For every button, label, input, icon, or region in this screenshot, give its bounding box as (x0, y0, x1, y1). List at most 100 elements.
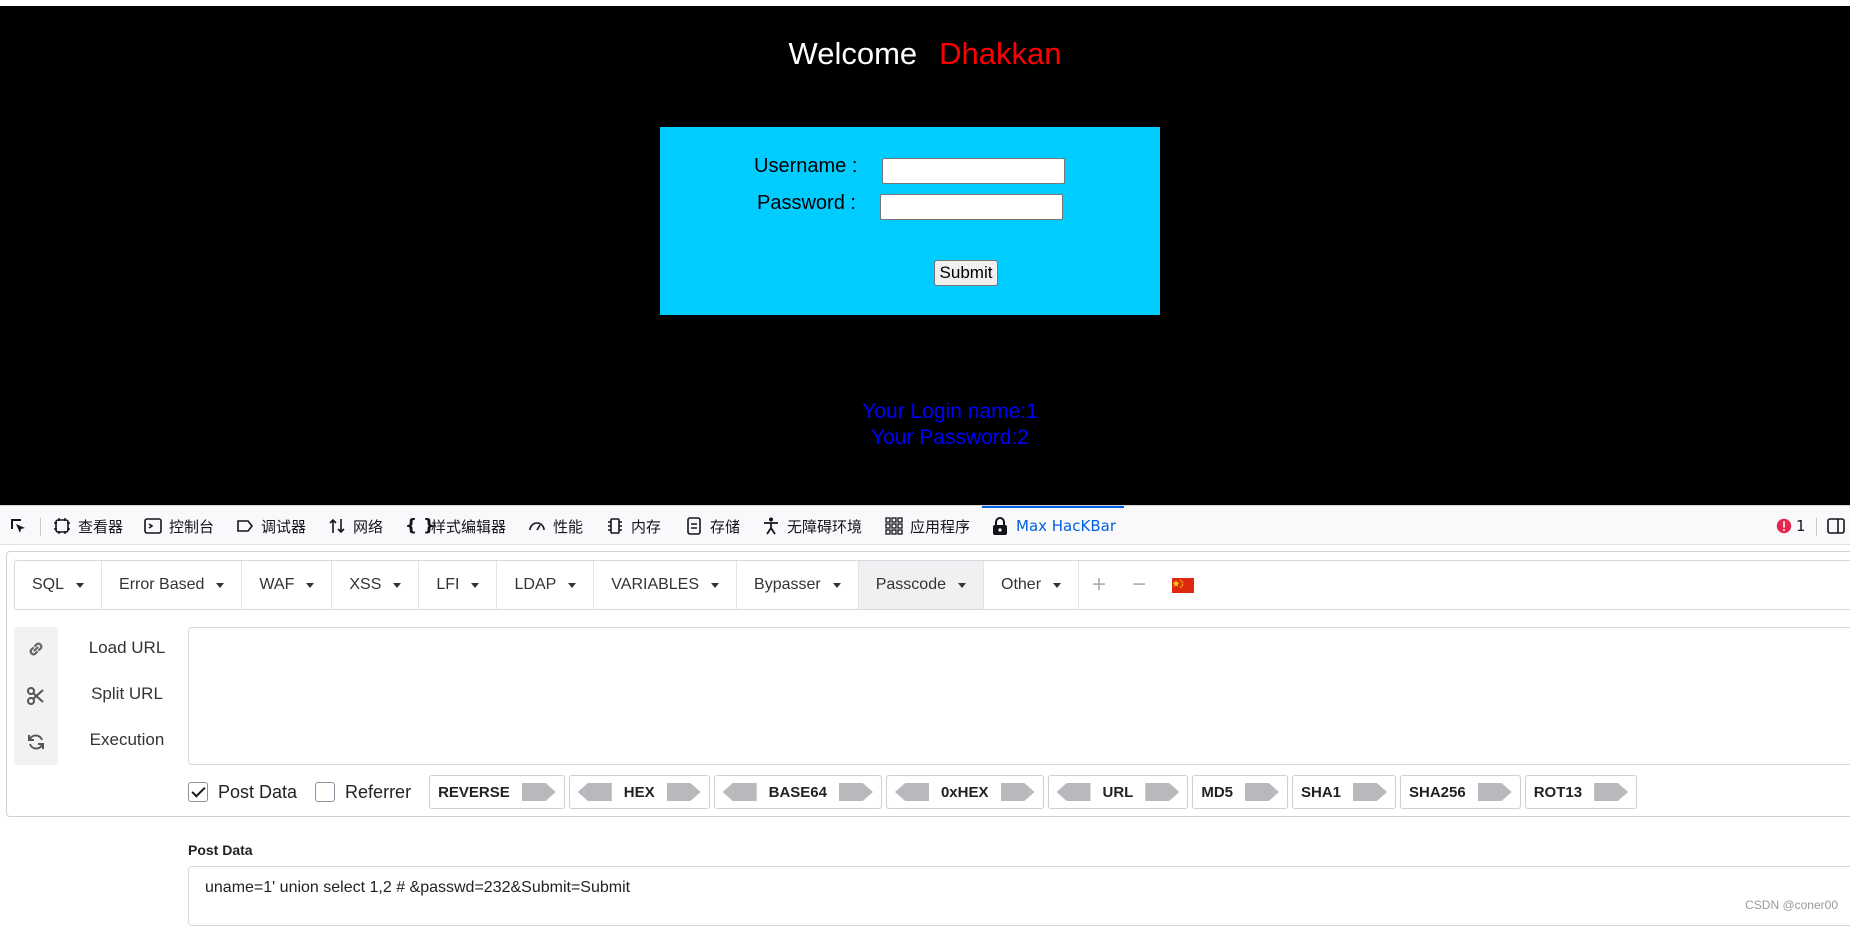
login-form: Username : Password : Submit (660, 127, 1160, 315)
welcome-heading: Welcome Dhakkan (0, 36, 1850, 72)
menu-ldap-label: LDAP (514, 576, 557, 593)
0xhex-button[interactable]: 0xHEX (885, 775, 1044, 809)
login-name-result: Your Login name:1 (862, 400, 1038, 423)
password-label: Password : (757, 192, 856, 214)
menu-lfi[interactable]: LFI (419, 561, 498, 609)
tab-debugger-label: 调试器 (261, 517, 307, 536)
tab-console[interactable]: 控制台 (143, 506, 214, 546)
caret-down-icon (471, 582, 480, 588)
tab-network[interactable]: 网络 (327, 506, 383, 546)
error-indicator[interactable]: 1 (1776, 506, 1806, 546)
md5-label: MD5 (1201, 783, 1233, 801)
caret-down-icon (711, 582, 720, 588)
tab-inspector-label: 查看器 (78, 517, 124, 536)
tab-accessibility[interactable]: 无障碍环境 (761, 506, 862, 546)
md5-button[interactable]: MD5 (1192, 775, 1288, 809)
dock-toggle-button[interactable] (1826, 506, 1850, 546)
url-encode-button[interactable]: URL (1047, 775, 1189, 809)
base64-button[interactable]: BASE64 (713, 775, 882, 809)
menu-waf[interactable]: WAF (242, 561, 333, 609)
scissors-icon[interactable] (26, 686, 46, 706)
tab-max-hackbar[interactable]: Max HacKBar (982, 506, 1124, 544)
username-label: Username : (754, 155, 858, 177)
reverse-button[interactable]: REVERSE (429, 775, 565, 809)
arrow-left-icon (894, 783, 929, 801)
tab-storage[interactable]: 存储 (684, 506, 740, 546)
caret-down-icon (958, 582, 966, 588)
hackbar-panel: SQL Error Based WAF XSS LFI LDAP VARIABL… (6, 551, 1850, 817)
0xhex-label: 0xHEX (940, 783, 989, 801)
menu-ldap[interactable]: LDAP (497, 561, 595, 609)
arrow-right-icon (1245, 783, 1279, 801)
execution-button[interactable]: Execution (57, 730, 197, 750)
menu-variables[interactable]: VARIABLES (594, 561, 738, 609)
menu-other[interactable]: Other (984, 561, 1080, 609)
post-data-value: uname=1' union select 1,2 # &passwd=232&… (205, 879, 631, 896)
referrer-checkbox-label: Referrer (345, 781, 412, 802)
tab-performance[interactable]: 性能 (527, 506, 583, 546)
refresh-icon[interactable] (26, 732, 46, 752)
reverse-label: REVERSE (438, 783, 510, 801)
link-icon[interactable] (26, 639, 46, 659)
tab-network-label: 网络 (353, 517, 384, 536)
tab-memory-label: 内存 (631, 517, 662, 536)
tab-style-editor-label: 样式编辑器 (431, 517, 507, 536)
minus-icon: − (1132, 571, 1147, 598)
password-result: Your Password:2 (871, 426, 1029, 449)
referrer-checkbox[interactable] (315, 782, 336, 802)
caret-down-icon (568, 582, 577, 588)
sha256-button[interactable]: SHA256 (1400, 775, 1521, 809)
hex-button[interactable]: HEX (568, 775, 710, 809)
tab-application[interactable]: 应用程序 (884, 506, 970, 546)
arrow-right-icon (521, 783, 556, 801)
language-flag-button[interactable] (1159, 561, 1207, 609)
tab-performance-label: 性能 (553, 517, 584, 536)
minus-button[interactable]: − (1119, 561, 1159, 609)
menu-bypasser-label: Bypasser (754, 576, 821, 593)
app-grid-icon (885, 517, 903, 535)
tab-inspector[interactable]: 查看器 (52, 506, 123, 546)
plus-button[interactable]: + (1079, 561, 1119, 609)
accessibility-person-icon (764, 517, 778, 535)
tab-debugger[interactable]: 调试器 (235, 506, 306, 546)
sha1-button[interactable]: SHA1 (1292, 775, 1397, 809)
sha1-label: SHA1 (1301, 783, 1342, 801)
menu-bypasser[interactable]: Bypasser (737, 561, 859, 609)
tab-memory[interactable]: 内存 (605, 506, 661, 546)
tab-storage-label: 存储 (710, 517, 741, 536)
split-url-button[interactable]: Split URL (57, 684, 197, 704)
menu-sql[interactable]: SQL (15, 561, 103, 609)
url-textarea[interactable] (188, 627, 1850, 765)
tab-application-label: 应用程序 (910, 517, 971, 536)
tab-accessibility-label: 无障碍环境 (787, 517, 863, 536)
rot13-button[interactable]: ROT13 (1524, 775, 1638, 809)
post-data-textarea[interactable]: uname=1' union select 1,2 # &passwd=232&… (188, 866, 1850, 926)
network-arrows-icon (329, 518, 345, 534)
tab-style-editor[interactable]: { } 样式编辑器 (405, 506, 506, 546)
menu-xss[interactable]: XSS (332, 561, 420, 609)
arrow-right-icon (1145, 783, 1180, 801)
username-input[interactable] (882, 158, 1065, 184)
page-background: Welcome Dhakkan Username : Password : Sub… (0, 6, 1850, 505)
load-url-button[interactable]: Load URL (57, 638, 197, 658)
menu-sql-label: SQL (32, 576, 65, 593)
welcome-text: Welcome (788, 36, 918, 71)
menu-passcode[interactable]: Passcode (858, 561, 984, 609)
element-picker-button[interactable] (8, 506, 34, 546)
arrow-left-icon (722, 783, 757, 801)
storage-icon (687, 517, 701, 535)
submit-button[interactable]: Submit (934, 260, 998, 286)
plus-icon: + (1092, 571, 1107, 598)
welcome-user-name: Dhakkan (939, 36, 1062, 71)
menu-variables-label: VARIABLES (611, 576, 700, 593)
pointer-picker-icon (11, 519, 25, 533)
memory-chip-icon (608, 518, 622, 534)
menu-error-based[interactable]: Error Based (102, 561, 243, 609)
tab-console-label: 控制台 (169, 517, 215, 536)
devtools-toolbar: 查看器 控制台 调试器 网络 { } 样式编辑器 性能 内存 存储 无障碍环境 … (0, 505, 1850, 545)
hackbar-options-row: Post Data Referrer REVERSE HEX BASE64 0x… (188, 774, 1641, 810)
braces-icon: { } (405, 516, 436, 536)
webpage-viewport: Welcome Dhakkan Username : Password : Sub… (0, 0, 1850, 505)
password-input[interactable] (880, 194, 1063, 220)
post-data-checkbox[interactable] (188, 782, 208, 802)
